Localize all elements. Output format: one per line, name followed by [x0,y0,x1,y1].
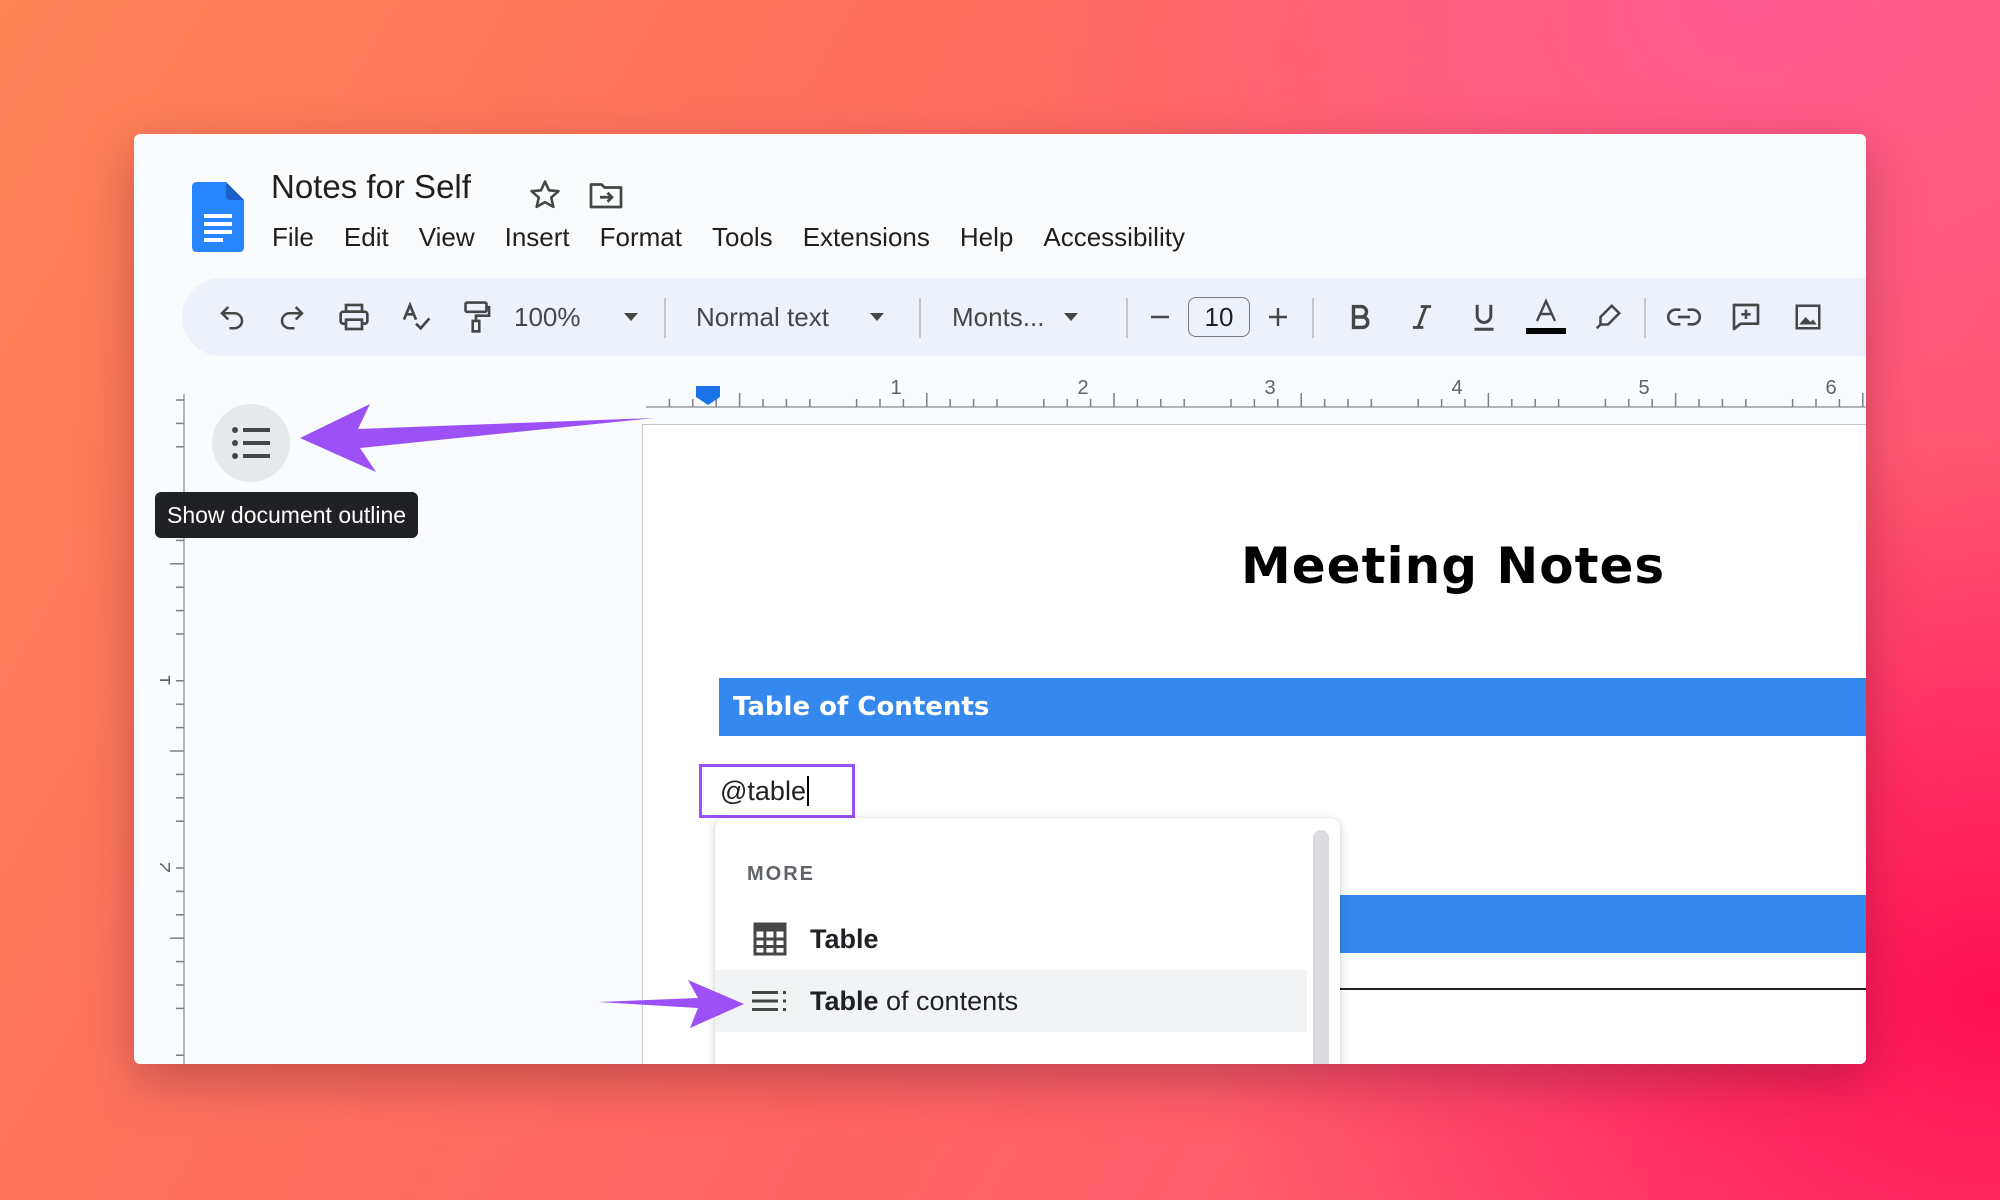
font-chevron-down-icon[interactable] [1056,278,1086,356]
style-select[interactable]: Normal text [696,278,886,356]
menu-file[interactable]: File [272,222,314,253]
menu-bar: File Edit View Insert Format Tools Exten… [272,222,1215,253]
dropdown-item-label: Table [810,923,879,954]
smart-chip-dropdown: MORE Table Table of contents [715,818,1340,1064]
ruler-left-label: 1 [160,675,175,686]
highlight-color-icon[interactable] [1586,278,1630,356]
docs-window: Notes for Self File Edit View Insert For… [134,134,1866,1064]
insert-link-icon[interactable] [1660,278,1708,356]
print-icon[interactable] [332,278,376,356]
add-comment-icon[interactable] [1722,278,1770,356]
dropdown-item-label: Table of contents [810,985,1019,1016]
ruler-top-label: 5 [1638,377,1649,399]
ruler-top-label: 3 [1264,377,1275,399]
text-color-icon[interactable] [1516,278,1576,356]
insert-image-icon[interactable] [1784,278,1832,356]
redo-icon[interactable] [270,278,314,356]
menu-accessibility[interactable]: Accessibility [1043,222,1185,253]
ruler-top-label: 4 [1451,377,1462,399]
increase-font-size-icon[interactable] [1260,278,1296,356]
toolbar-divider [919,298,921,338]
zoom-chevron-down-icon[interactable] [616,278,646,356]
text-caret [806,776,809,806]
ruler-top-label: 6 [1825,377,1836,399]
decrease-font-size-icon[interactable] [1142,278,1178,356]
font-value: Monts... [952,301,1045,332]
dropdown-item-table[interactable]: Table [715,908,1307,970]
ruler-left-label: 2 [160,862,175,873]
dropdown-item-table-of-contents[interactable]: Table of contents [715,970,1307,1032]
docs-logo-icon[interactable] [192,182,244,252]
outline-tooltip: Show document outline [155,492,419,538]
document-title[interactable]: Notes for Self [271,168,471,206]
menu-extensions[interactable]: Extensions [803,222,930,253]
page-heading[interactable]: Meeting Notes [1241,537,1665,595]
font-size-input[interactable]: 10 [1188,297,1250,337]
menu-edit[interactable]: Edit [344,222,389,253]
toolbar-divider [664,298,666,338]
bold-icon[interactable] [1340,278,1380,356]
style-value: Normal text [696,301,829,332]
italic-icon[interactable] [1402,278,1442,356]
typed-text: @table [720,775,806,806]
menu-help[interactable]: Help [960,222,1013,253]
spelling-grammar-icon[interactable] [394,278,438,356]
annotation-arrow-toc [598,974,748,1034]
ruler-top-label: 1 [890,377,901,399]
zoom-value: 100% [514,301,581,332]
toolbar-divider [1126,298,1128,338]
menu-format[interactable]: Format [600,222,682,253]
show-document-outline-button[interactable] [212,404,290,482]
move-to-folder-icon[interactable] [588,180,624,210]
menu-tools[interactable]: Tools [712,222,773,253]
star-icon[interactable] [528,178,562,212]
toolbar: 100% Normal text Monts... 10 [182,278,1866,356]
style-chevron-down-icon[interactable] [862,278,892,356]
undo-icon[interactable] [210,278,254,356]
zoom-select[interactable]: 100% [514,278,632,356]
ruler-top-label: 2 [1077,377,1088,399]
menu-insert[interactable]: Insert [505,222,570,253]
dropdown-scrollbar[interactable] [1313,830,1329,1064]
horizontal-ruler: 1 2 3 4 5 6 [646,366,1866,410]
list-icon [232,427,270,459]
toolbar-divider [1644,298,1646,338]
menu-view[interactable]: View [419,222,475,253]
at-mention-input[interactable]: @table [699,764,855,818]
dropdown-section-label: MORE [747,863,815,885]
toc-heading-band[interactable]: Table of Contents [719,678,1866,736]
table-grid-icon [752,921,792,957]
table-of-contents-icon [752,990,792,1012]
underline-icon[interactable] [1464,278,1504,356]
first-line-indent-marker[interactable] [696,386,720,391]
paint-format-icon[interactable] [454,278,498,356]
annotation-arrow-outline [296,396,656,476]
toolbar-divider [1312,298,1314,338]
